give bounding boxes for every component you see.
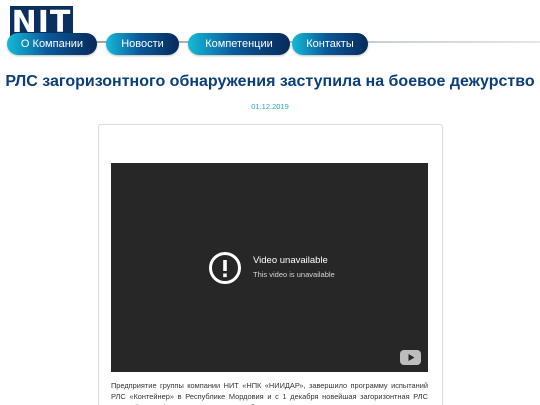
nav-item-about[interactable]: О Компании: [7, 33, 97, 55]
nav-item-competencies[interactable]: Компетенции: [188, 33, 290, 55]
youtube-icon[interactable]: [400, 350, 421, 365]
article-title: РЛС загоризонтного обнаружения заступила…: [5, 73, 535, 90]
nav-item-news[interactable]: Новости: [106, 33, 179, 55]
article-date: 01.12.2019: [251, 102, 289, 111]
alert-circle-icon: [209, 252, 241, 284]
nav-item-contacts[interactable]: Контакты: [292, 33, 368, 55]
article-body: Предприятие группы компании НИТ «НПК «НИ…: [111, 381, 428, 405]
video-status-title: Video unavailable: [253, 255, 328, 266]
video-embed[interactable]: Video unavailable This video is unavaila…: [111, 163, 428, 372]
video-status-subtitle: This video is unavailable: [253, 270, 335, 279]
page: NIT О Компании Новости Компетенции Конта…: [0, 0, 540, 405]
